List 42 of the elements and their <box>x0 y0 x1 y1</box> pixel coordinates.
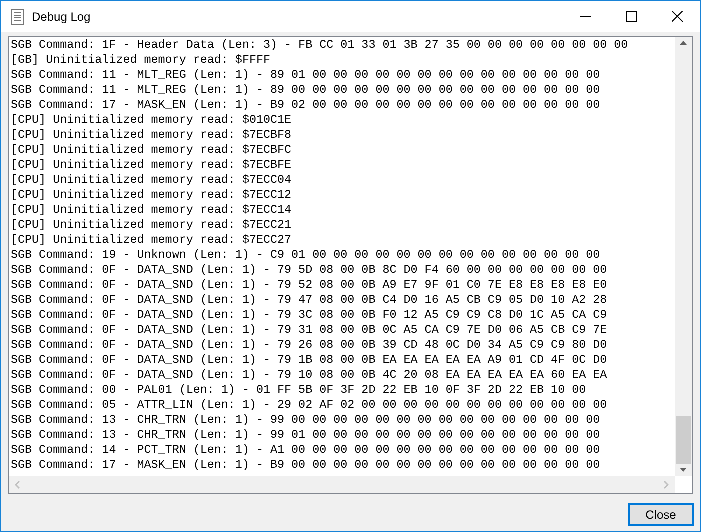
log-line: [CPU] Uninitialized memory read: $7ECC27 <box>11 233 292 248</box>
window-title: Debug Log <box>32 8 91 26</box>
vertical-scrollbar[interactable] <box>675 37 692 476</box>
log-line: SGB Command: 11 - MLT_REG (Len: 1) - 89 01 00 00 00 00 00 00 00 00 00 00 00 00 00 00 <box>11 68 600 83</box>
log-line: SGB Command: 19 - Unknown (Len: 1) - C9 01 00 00 00 00 00 00 00 00 00 00 00 00 00 00 <box>11 248 600 263</box>
log-line: [CPU] Uninitialized memory read: $7ECBFE <box>11 158 292 173</box>
close-icon <box>672 11 682 22</box>
log-line: [CPU] Uninitialized memory read: $010C1E <box>11 113 292 128</box>
log-line: [CPU] Uninitialized memory read: $7ECC12 <box>11 188 292 203</box>
log-line: [CPU] Uninitialized memory read: $7ECC04 <box>11 173 292 188</box>
maximize-icon <box>626 11 636 22</box>
log-line: SGB Command: 0F - DATA_SND (Len: 1) - 79 47 08 00 0B C4 D0 16 A5 CB C9 05 D0 10 A2 28 <box>11 293 608 308</box>
document-icon <box>11 8 24 24</box>
log-line: SGB Command: 13 - CHR_TRN (Len: 1) - 99 00 00 00 00 00 00 00 00 00 00 00 00 00 00 00 <box>11 413 600 428</box>
scrollbar-thumb[interactable] <box>676 416 691 464</box>
log-line: SGB Command: 0F - DATA_SND (Len: 1) - 79 52 08 00 0B A9 E7 9F 01 C0 7E E8 E8 E8 E8 E0 <box>11 278 608 293</box>
horizontal-scrollbar[interactable] <box>9 476 675 493</box>
log-line: [CPU] Uninitialized memory read: $7ECBFC <box>11 143 292 158</box>
scroll-down-icon <box>680 468 687 472</box>
log-line: SGB Command: 00 - PAL01 (Len: 1) - 01 FF 5B 0F 3F 2D 22 EB 10 0F 3F 2D 22 EB 10 00 <box>11 383 586 398</box>
close-button[interactable]: Close <box>628 503 694 526</box>
log-line: SGB Command: 14 - PCT_TRN (Len: 1) - A1 00 00 00 00 00 00 00 00 00 00 00 00 00 00 00 <box>11 443 600 458</box>
log-line: SGB Command: 0F - DATA_SND (Len: 1) - 79 1B 08 00 0B EA EA EA EA EA A9 01 CD 4F 0C D0 <box>11 353 608 368</box>
minimize-icon <box>580 16 590 17</box>
log-line: SGB Command: 0F - DATA_SND (Len: 1) - 79 5D 08 00 0B 8C D0 F4 60 00 00 00 00 00 00 00 <box>11 263 608 278</box>
log-line: [GB] Uninitialized memory read: $FFFF <box>11 53 271 68</box>
log-line: SGB Command: 13 - CHR_TRN (Len: 1) - 99 01 00 00 00 00 00 00 00 00 00 00 00 00 00 00 <box>11 428 600 443</box>
log-line: SGB Command: 0F - DATA_SND (Len: 1) - 79 3C 08 00 0B F0 12 A5 C9 C9 C8 D0 1C A5 CA C9 <box>11 308 608 323</box>
scroll-up-icon <box>680 41 687 45</box>
log-line: SGB Command: 17 - MASK_EN (Len: 1) - B9 02 00 00 00 00 00 00 00 00 00 00 00 00 00 00 <box>11 98 600 113</box>
log-line: SGB Command: 1F - Header Data (Len: 3) - FB CC 01 33 01 3B 27 35 00 00 00 00 00 00 00 00 <box>11 38 628 53</box>
log-line: SGB Command: 17 - MASK_EN (Len: 1) - B9 00 00 00 00 00 00 00 00 00 00 00 00 00 00 00 <box>11 458 600 473</box>
log-line: [CPU] Uninitialized memory read: $7ECC14 <box>11 203 292 218</box>
log-line: [CPU] Uninitialized memory read: $7ECBF8 <box>11 128 292 143</box>
log-line: SGB Command: 0F - DATA_SND (Len: 1) - 79 31 08 00 0B 0C A5 CA C9 7E D0 06 A5 CB C9 7E <box>11 323 608 338</box>
scroll-left-icon <box>15 480 20 488</box>
log-line: SGB Command: 11 - MLT_REG (Len: 1) - 89 00 00 00 00 00 00 00 00 00 00 00 00 00 00 00 <box>11 83 600 98</box>
scroll-right-icon <box>664 480 669 488</box>
log-line: SGB Command: 0F - DATA_SND (Len: 1) - 79 26 08 00 0B 39 CD 48 0C D0 34 A5 C9 C9 80 D0 <box>11 338 608 353</box>
log-line: [CPU] Uninitialized memory read: $7ECC21 <box>11 218 292 233</box>
log-line: SGB Command: 0F - DATA_SND (Len: 1) - 79 10 08 00 0B 4C 20 08 EA EA EA EA EA 60 EA EA <box>11 368 608 383</box>
log-line: SGB Command: 05 - ATTR_LIN (Len: 1) - 29 02 AF 02 00 00 00 00 00 00 00 00 00 00 00 00 <box>11 398 608 413</box>
